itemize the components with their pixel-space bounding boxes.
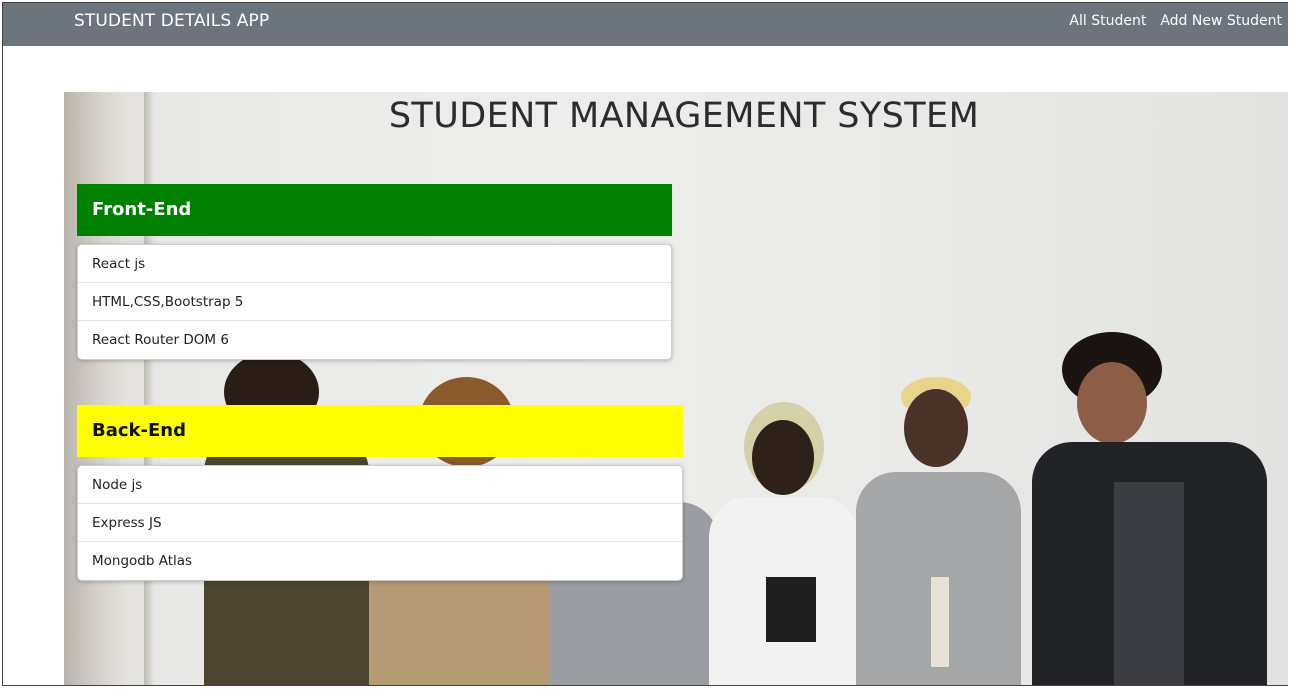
list-item: Mongodb Atlas: [92, 553, 193, 569]
nav-links: All Student Add New Student: [1069, 13, 1282, 29]
list-item: HTML,CSS,Bootstrap 5: [78, 283, 671, 321]
top-navbar: STUDENT DETAILS APP All Student Add New …: [3, 3, 1288, 46]
wall-edge: [64, 92, 156, 685]
wall-shadow: [144, 92, 154, 685]
page-title: STUDENT MANAGEMENT SYSTEM: [388, 96, 980, 136]
student-figure: [1032, 332, 1267, 685]
list-item: React Router DOM 6: [92, 332, 229, 348]
frontend-list: React js HTML,CSS,Bootstrap 5 React Rout…: [77, 244, 672, 360]
app-brand[interactable]: STUDENT DETAILS APP: [74, 11, 269, 31]
list-item: Express JS: [78, 504, 682, 542]
app-window: STUDENT DETAILS APP All Student Add New …: [2, 2, 1288, 686]
list-item: React js: [78, 245, 671, 283]
list-item: Node js: [78, 466, 682, 504]
hero-background-image: STUDENT MANAGEMENT SYSTEM Front-End Reac…: [64, 92, 1288, 685]
nav-link-all-student[interactable]: All Student: [1069, 13, 1146, 29]
frontend-card-header: Front-End: [77, 184, 672, 236]
nav-link-add-new-student[interactable]: Add New Student: [1160, 13, 1282, 29]
backend-list: Node js Express JS Mongodb Atlas: [77, 465, 683, 581]
student-figure: [704, 402, 864, 685]
student-figure: [856, 377, 1026, 685]
backend-card-header: Back-End: [77, 405, 683, 457]
